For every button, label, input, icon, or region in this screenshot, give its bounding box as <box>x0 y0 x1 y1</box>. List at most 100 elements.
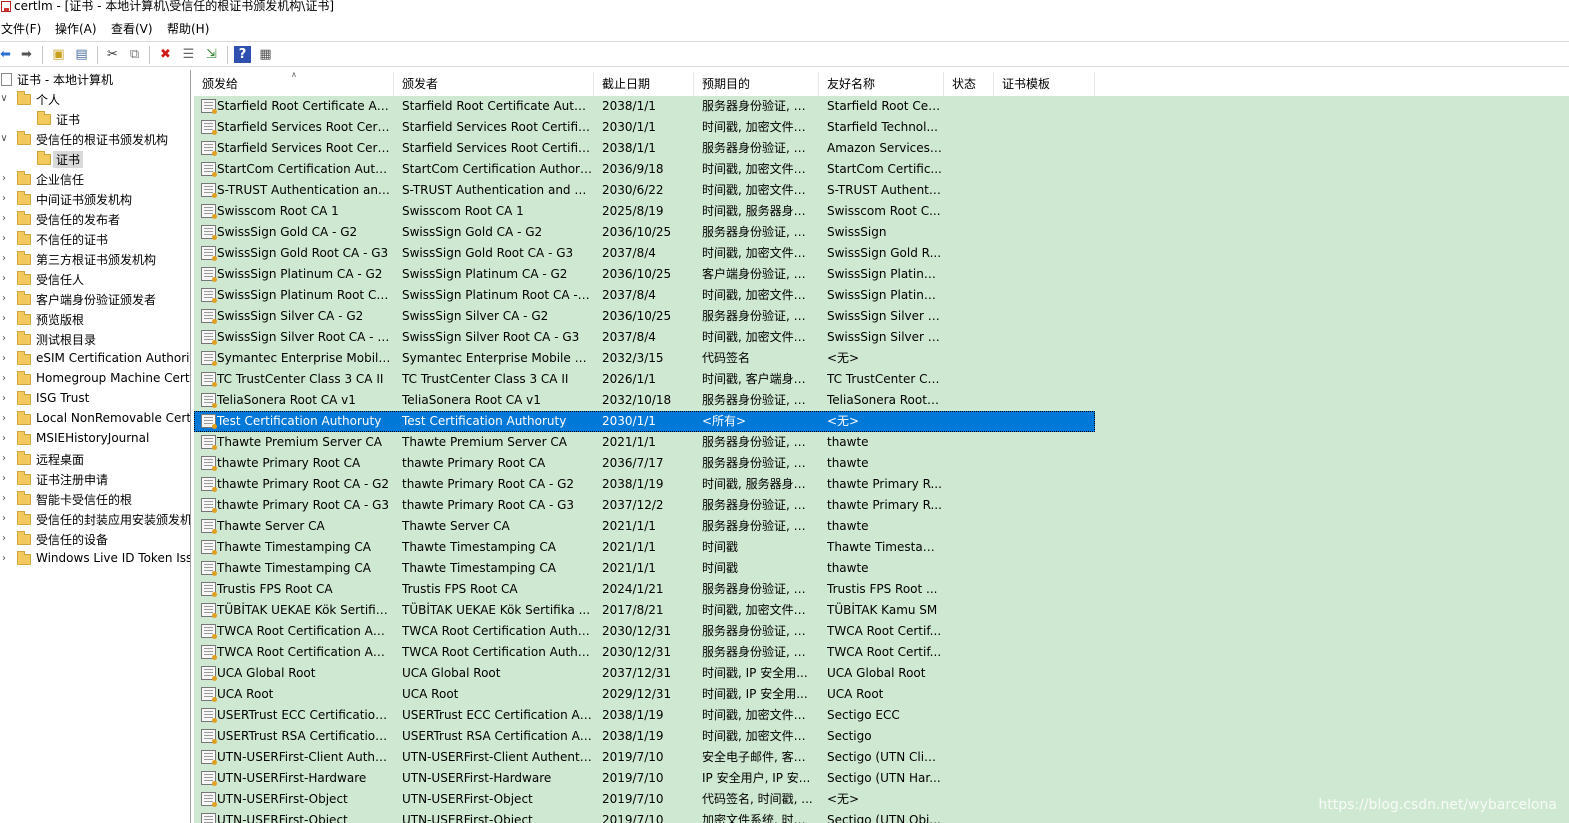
expand-icon[interactable]: › <box>0 553 9 564</box>
tree-item[interactable]: › 第三方根证书颁发机构 <box>0 250 190 270</box>
expand-icon[interactable]: › <box>0 433 9 444</box>
collapse-icon[interactable]: ∨ <box>0 133 9 144</box>
tree-item[interactable]: › MSIEHistoryJournal <box>0 430 190 450</box>
table-row[interactable]: thawte Primary Root CA - G3 thawte Primar… <box>194 495 1095 516</box>
expand-icon[interactable]: › <box>0 373 9 384</box>
table-row[interactable]: UCA Global Root UCA Global Root 2037/12/31… <box>194 663 1095 684</box>
tree-item[interactable]: › 预览版根 <box>0 310 190 330</box>
table-row[interactable]: SwissSign Gold CA - G2 SwissSign Gold CA … <box>194 222 1095 243</box>
tree-item[interactable]: › 远程桌面 <box>0 450 190 470</box>
cut-icon[interactable]: ✂ <box>104 46 121 63</box>
expand-icon[interactable]: › <box>0 333 9 344</box>
console-icon[interactable]: ▦ <box>257 46 274 63</box>
expand-icon[interactable]: › <box>0 213 9 224</box>
show-hide-tree-icon[interactable]: ▤ <box>73 46 90 63</box>
table-row[interactable]: StartCom Certification Autho... StartCom … <box>194 159 1095 180</box>
table-row[interactable]: UTN-USERFirst-Client Authen... UTN-USERFi… <box>194 747 1095 768</box>
column-status[interactable]: 状态 <box>944 72 994 96</box>
table-row[interactable]: Test Certification Authoruty Test Certifi… <box>194 411 1095 432</box>
tree-item[interactable]: › Windows Live ID Token Iss <box>0 550 190 570</box>
table-row[interactable]: Thawte Timestamping CA Thawte Timestampin… <box>194 558 1095 579</box>
column-certificate-template[interactable]: 证书模板 <box>994 72 1095 96</box>
table-row[interactable]: TWCA Root Certification Aut... TWCA Root … <box>194 621 1095 642</box>
tree-item[interactable]: › 测试根目录 <box>0 330 190 350</box>
tree-item[interactable]: › 不信任的证书 <box>0 230 190 250</box>
tree-item[interactable]: › 受信任人 <box>0 270 190 290</box>
table-row[interactable]: SwissSign Platinum CA - G2 SwissSign Plat… <box>194 264 1095 285</box>
expand-icon[interactable]: › <box>0 513 9 524</box>
table-row[interactable]: S-TRUST Authentication and ... S-TRUST Au… <box>194 180 1095 201</box>
menu-view[interactable]: 查看(V) <box>111 20 153 37</box>
expand-icon[interactable]: › <box>0 273 9 284</box>
expand-icon[interactable]: › <box>0 493 9 504</box>
expand-icon[interactable]: › <box>0 313 9 324</box>
expand-icon[interactable]: › <box>0 193 9 204</box>
tree-item[interactable]: › eSIM Certification Authorit <box>0 350 190 370</box>
expand-icon[interactable]: › <box>0 293 9 304</box>
table-row[interactable]: Thawte Premium Server CA Thawte Premium S… <box>194 432 1095 453</box>
table-row[interactable]: SwissSign Gold Root CA - G3 SwissSign Gol… <box>194 243 1095 264</box>
export-icon[interactable]: ⇲ <box>203 46 220 63</box>
tree-item[interactable]: › 受信任的设备 <box>0 530 190 550</box>
tree-item[interactable]: › Local NonRemovable Cert <box>0 410 190 430</box>
back-icon[interactable]: ⬅ <box>0 46 14 63</box>
table-row[interactable]: SwissSign Silver Root CA - G3 SwissSign S… <box>194 327 1095 348</box>
table-row[interactable]: thawte Primary Root CA thawte Primary Roo… <box>194 453 1095 474</box>
table-row[interactable]: Thawte Server CA Thawte Server CA 2021/1/1… <box>194 516 1095 537</box>
table-row[interactable]: SwissSign Platinum Root CA ... SwissSign … <box>194 285 1095 306</box>
column-issued-by[interactable]: 颁发者 <box>394 72 594 96</box>
table-row[interactable]: TeliaSonera Root CA v1 TeliaSonera Root C… <box>194 390 1095 411</box>
table-row[interactable]: Thawte Timestamping CA Thawte Timestampin… <box>194 537 1095 558</box>
expand-icon[interactable]: › <box>0 393 9 404</box>
expand-icon[interactable]: › <box>0 473 9 484</box>
menu-action[interactable]: 操作(A) <box>55 20 97 37</box>
table-row[interactable]: thawte Primary Root CA - G2 thawte Primar… <box>194 474 1095 495</box>
column-expiration-date[interactable]: 截止日期 <box>594 72 694 96</box>
table-row[interactable]: Swisscom Root CA 1 Swisscom Root CA 1 2025… <box>194 201 1095 222</box>
properties-icon[interactable]: ☰ <box>180 46 197 63</box>
table-row[interactable]: USERTrust RSA Certification ... USERTrust… <box>194 726 1095 747</box>
up-folder-icon[interactable]: ▣ <box>50 46 67 63</box>
table-row[interactable]: UCA Root UCA Root 2029/12/31 时间戳, IP 安全用...… <box>194 684 1095 705</box>
expand-icon[interactable]: › <box>0 453 9 464</box>
table-row[interactable]: Starfield Services Root Certif... Starfie… <box>194 138 1095 159</box>
table-row[interactable]: TC TrustCenter Class 3 CA II TC TrustCent… <box>194 369 1095 390</box>
tree-item[interactable]: ∨ 个人 <box>0 90 190 110</box>
expand-icon[interactable]: › <box>0 533 9 544</box>
table-row[interactable]: UTN-USERFirst-Hardware UTN-USERFirst-Hard… <box>194 768 1095 789</box>
tree-item[interactable]: › 受信任的封装应用安装颁发机 <box>0 510 190 530</box>
table-row[interactable]: TWCA Root Certification Aut... TWCA Root … <box>194 642 1095 663</box>
tree-root[interactable]: 证书 - 本地计算机 <box>0 70 190 90</box>
table-row[interactable]: USERTrust ECC Certification ... USERTrust… <box>194 705 1095 726</box>
copy-icon[interactable]: ⧉ <box>126 46 143 63</box>
table-row[interactable]: UTN-USERFirst-Object UTN-USERFirst-Object… <box>194 789 1095 810</box>
menu-file[interactable]: 文件(F) <box>1 20 41 37</box>
table-row[interactable]: SwissSign Silver CA - G2 SwissSign Silver… <box>194 306 1095 327</box>
tree-item[interactable]: › 中间证书颁发机构 <box>0 190 190 210</box>
collapse-icon[interactable]: ∨ <box>0 93 9 104</box>
tree-item[interactable]: › 智能卡受信任的根 <box>0 490 190 510</box>
column-friendly-name[interactable]: 友好名称 <box>819 72 944 96</box>
expand-icon[interactable]: › <box>0 353 9 364</box>
tree-item[interactable]: › 客户端身份验证颁发者 <box>0 290 190 310</box>
expand-icon[interactable]: › <box>0 173 9 184</box>
expand-icon[interactable]: › <box>0 233 9 244</box>
forward-icon[interactable]: ➡ <box>18 46 35 63</box>
tree-item[interactable]: › 证书注册申请 <box>0 470 190 490</box>
tree-item[interactable]: › 企业信任 <box>0 170 190 190</box>
tree-item[interactable]: 证书 <box>0 150 190 170</box>
table-row[interactable]: Starfield Services Root Certif... Starfie… <box>194 117 1095 138</box>
tree-item[interactable]: › ISG Trust <box>0 390 190 410</box>
tree-item[interactable]: › 受信任的发布者 <box>0 210 190 230</box>
table-row[interactable]: UTN-USERFirst-Object UTN-USERFirst-Object… <box>194 810 1095 823</box>
menu-help[interactable]: 帮助(H) <box>167 20 209 37</box>
tree-item[interactable]: ∨ 受信任的根证书颁发机构 <box>0 130 190 150</box>
table-row[interactable]: Trustis FPS Root CA Trustis FPS Root CA 20… <box>194 579 1095 600</box>
table-row[interactable]: Starfield Root Certificate Aut... Starfie… <box>194 96 1095 117</box>
column-intended-purposes[interactable]: 预期目的 <box>694 72 819 96</box>
help-icon[interactable]: ? <box>234 46 251 63</box>
table-row[interactable]: TÜBİTAK UEKAE Kök Sertifik... TÜBİTAK UEK… <box>194 600 1095 621</box>
expand-icon[interactable]: › <box>0 413 9 424</box>
delete-icon[interactable]: ✖ <box>157 46 174 63</box>
tree-item[interactable]: › Homegroup Machine Cert <box>0 370 190 390</box>
